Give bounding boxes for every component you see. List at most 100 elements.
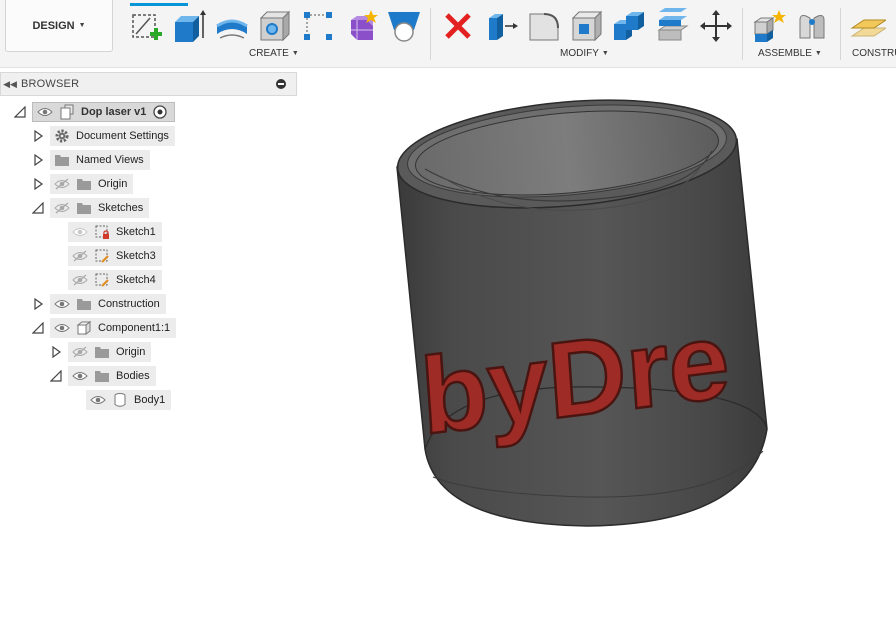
tree-item-label: Body1 — [134, 394, 166, 406]
tree-node-sketch1[interactable]: Sketch1 — [68, 222, 162, 242]
tree-item-sketch1[interactable]: Sketch1 — [50, 222, 162, 242]
tree-node-body1[interactable]: Body1 — [86, 390, 172, 410]
press-pull-icon[interactable] — [483, 8, 519, 44]
chevron-down-icon: ▼ — [601, 50, 609, 57]
collapse-panel-icon[interactable]: ◀◀ — [1, 79, 19, 90]
combine-icon[interactable] — [612, 8, 648, 44]
revolve-icon[interactable] — [214, 8, 250, 44]
tree-node-document-settings[interactable]: Document Settings — [50, 126, 175, 146]
tree-item-sketches[interactable]: Sketches — [32, 198, 150, 218]
expand-triangle-icon[interactable] — [32, 130, 44, 142]
tree-node-bodies[interactable]: Bodies — [68, 366, 156, 386]
eye-hidden-icon[interactable] — [72, 344, 88, 360]
tree-item-component-origin[interactable]: Origin — [50, 342, 152, 362]
create-label: CREATE — [249, 48, 289, 59]
tree-node-root[interactable]: Dop laser v1 — [32, 102, 176, 122]
eye-icon[interactable] — [37, 104, 53, 120]
body-cylinder-icon — [112, 392, 128, 408]
tree-item-label: Origin — [98, 178, 128, 190]
expand-triangle-icon[interactable] — [32, 154, 44, 166]
tree-node-sketch4[interactable]: Sketch4 — [68, 270, 162, 290]
expand-triangle-icon[interactable] — [50, 346, 62, 358]
folder-icon — [54, 152, 70, 168]
browser-title: BROWSER — [21, 78, 80, 90]
tree-item-named-views[interactable]: Named Views — [32, 150, 150, 170]
eye-hidden-icon[interactable] — [72, 248, 88, 264]
assemble-menu[interactable]: ASSEMBLE ▼ — [758, 48, 822, 59]
tree-item-construction[interactable]: Construction — [32, 294, 166, 314]
tree-item-label: Sketch1 — [116, 226, 156, 238]
minimize-icon[interactable] — [276, 79, 286, 89]
collapse-triangle-icon[interactable] — [32, 322, 44, 334]
new-component-icon[interactable] — [751, 8, 787, 44]
toolbar-divider — [430, 8, 431, 60]
workspace-label: DESIGN — [32, 19, 75, 32]
tree-item-label: Document Settings — [76, 130, 169, 142]
tree-node-sketches[interactable]: Sketches — [50, 198, 150, 218]
tree-item-body1[interactable]: Body1 — [68, 390, 172, 410]
extrude-icon[interactable] — [171, 8, 207, 44]
canvas-viewport[interactable]: ibyDre — [297, 69, 896, 638]
document-component-icon — [59, 104, 75, 120]
eye-icon[interactable] — [72, 224, 88, 240]
fillet-icon[interactable] — [526, 8, 562, 44]
create-sketch-icon[interactable] — [128, 8, 164, 44]
tree-node-component[interactable]: Component1:1 — [50, 318, 177, 338]
joint-icon[interactable] — [794, 8, 830, 44]
eye-icon[interactable] — [54, 296, 70, 312]
expand-triangle-icon[interactable] — [32, 298, 44, 310]
assemble-label: ASSEMBLE — [758, 48, 812, 59]
tree-node-origin[interactable]: Origin — [50, 174, 134, 194]
tree-item-root[interactable]: Dop laser v1 — [14, 102, 176, 122]
offset-plane-icon[interactable] — [850, 8, 886, 44]
tree-item-bodies[interactable]: Bodies — [50, 366, 156, 386]
shell-icon[interactable] — [569, 8, 605, 44]
sketch-icon — [94, 248, 110, 264]
component-icon — [76, 320, 92, 336]
create-menu[interactable]: CREATE ▼ — [249, 48, 299, 59]
workspace-selector[interactable]: DESIGN ▼ — [5, 0, 113, 52]
tree-item-label: Sketches — [98, 202, 144, 214]
tree-item-label: Component1:1 — [98, 322, 171, 334]
tree-item-sketch4[interactable]: Sketch4 — [50, 270, 162, 290]
tree-item-label: Named Views — [76, 154, 144, 166]
collapse-triangle-icon[interactable] — [32, 202, 44, 214]
folder-icon — [94, 344, 110, 360]
tree-item-component[interactable]: Component1:1 — [32, 318, 177, 338]
tree-item-document-settings[interactable]: Document Settings — [32, 126, 175, 146]
delete-icon[interactable] — [440, 8, 476, 44]
tree-item-label: Dop laser v1 — [81, 106, 147, 118]
chevron-down-icon: ▼ — [814, 50, 822, 57]
modify-label: MODIFY — [560, 48, 599, 59]
construct-menu[interactable]: CONSTRU — [852, 48, 896, 59]
eye-icon[interactable] — [54, 320, 70, 336]
eye-hidden-icon[interactable] — [54, 176, 70, 192]
tree-item-label: Construction — [98, 298, 160, 310]
folder-icon — [76, 296, 92, 312]
move-copy-icon[interactable] — [698, 8, 734, 44]
collapse-triangle-icon[interactable] — [14, 106, 26, 118]
activate-radio-icon[interactable] — [152, 104, 168, 120]
eye-hidden-icon[interactable] — [54, 200, 70, 216]
tree-node-construction[interactable]: Construction — [50, 294, 166, 314]
rectangular-pattern-icon[interactable] — [300, 8, 336, 44]
tree-node-sketch3[interactable]: Sketch3 — [68, 246, 162, 266]
tree-item-sketch3[interactable]: Sketch3 — [50, 246, 162, 266]
modify-menu[interactable]: MODIFY ▼ — [560, 48, 609, 59]
derive-icon[interactable] — [386, 8, 422, 44]
eye-hidden-icon[interactable] — [72, 272, 88, 288]
collapse-triangle-icon[interactable] — [50, 370, 62, 382]
sketch-icon — [94, 272, 110, 288]
cup-model[interactable]: ibyDre — [297, 69, 896, 638]
tree-node-component-origin[interactable]: Origin — [68, 342, 152, 362]
tree-node-named-views[interactable]: Named Views — [50, 150, 150, 170]
toolbar-divider — [742, 8, 743, 60]
eye-icon[interactable] — [72, 368, 88, 384]
offset-face-icon[interactable] — [655, 8, 691, 44]
hole-icon[interactable] — [257, 8, 293, 44]
create-form-icon[interactable] — [343, 8, 379, 44]
gear-icon — [54, 128, 70, 144]
expand-triangle-icon[interactable] — [32, 178, 44, 190]
eye-icon[interactable] — [90, 392, 106, 408]
tree-item-origin[interactable]: Origin — [32, 174, 134, 194]
